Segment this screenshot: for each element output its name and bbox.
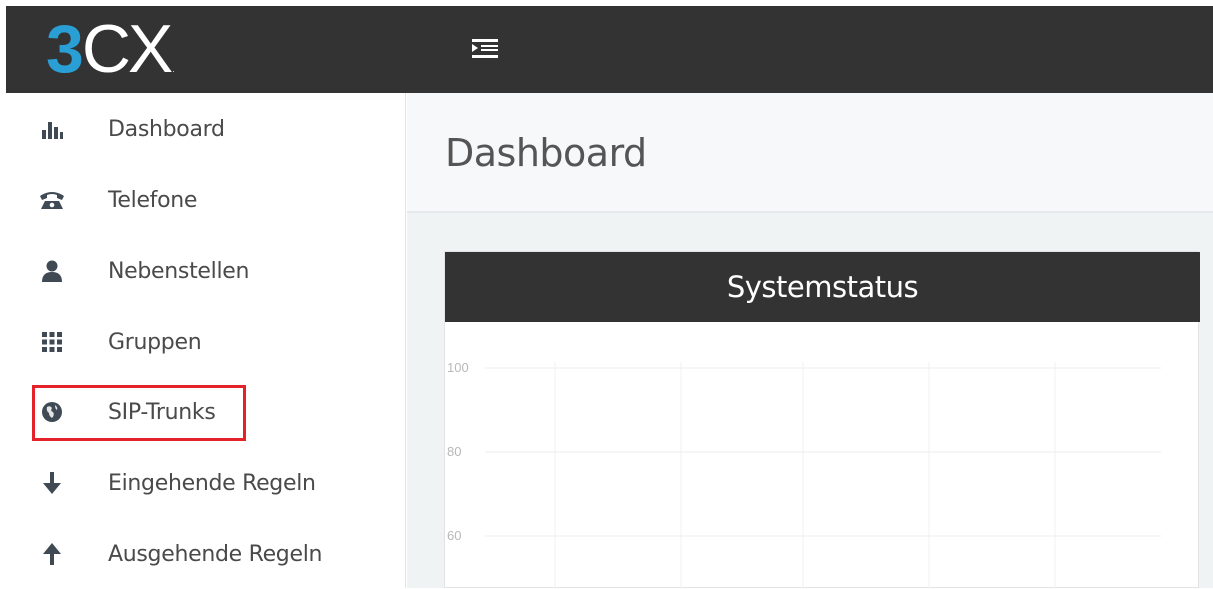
panel-title: Systemstatus — [726, 270, 919, 304]
sidebar-item-label: Telefone — [108, 187, 198, 213]
arrow-down-icon — [34, 468, 70, 498]
y-tick-label: 80 — [447, 444, 461, 459]
systemstatus-chart: 100 80 60 — [447, 360, 1161, 589]
sidebar-item-label: Eingehende Regeln — [108, 470, 316, 496]
sidebar-item-nebenstellen[interactable]: Nebenstellen — [34, 249, 394, 293]
sidebar-item-label: Dashboard — [108, 116, 225, 142]
top-bar: 3 CX . — [6, 6, 1213, 93]
panel-header: Systemstatus — [445, 252, 1200, 322]
highlight-box — [32, 385, 246, 441]
y-tick-label: 60 — [447, 528, 461, 543]
sidebar: Dashboard Telefone Nebenstellen Gruppen … — [6, 93, 406, 588]
grid-icon — [34, 327, 70, 357]
y-tick-label: 100 — [447, 360, 469, 375]
page-header: Dashboard — [407, 93, 1213, 213]
sidebar-item-ausgehende-regeln[interactable]: Ausgehende Regeln — [34, 532, 394, 576]
sidebar-item-eingehende-regeln[interactable]: Eingehende Regeln — [34, 461, 394, 505]
sidebar-item-dashboard[interactable]: Dashboard — [34, 107, 394, 151]
app-window: 3 CX . Dashboard Telefone Nebenstellen G… — [0, 0, 1213, 589]
arrow-up-icon — [34, 539, 70, 569]
sidebar-item-label: Nebenstellen — [108, 258, 250, 284]
systemstatus-panel: Systemstatus 100 80 60 — [444, 251, 1200, 589]
main-content: Dashboard Systemstatus 100 80 60 — [407, 93, 1213, 589]
sidebar-item-label: Ausgehende Regeln — [108, 541, 323, 567]
user-icon — [34, 256, 70, 286]
logo-mark: . — [172, 65, 175, 74]
bar-chart-icon — [34, 114, 70, 144]
logo-letters: CX — [81, 11, 173, 87]
logo-number: 3 — [46, 11, 84, 87]
sidebar-item-gruppen[interactable]: Gruppen — [34, 320, 394, 364]
app-logo[interactable]: 3 CX . — [46, 14, 175, 84]
sidebar-item-telefone[interactable]: Telefone — [34, 178, 394, 222]
sidebar-item-label: Gruppen — [108, 329, 202, 355]
page-title: Dashboard — [445, 131, 647, 175]
menu-toggle-icon[interactable] — [470, 36, 500, 62]
phone-icon — [34, 185, 70, 215]
